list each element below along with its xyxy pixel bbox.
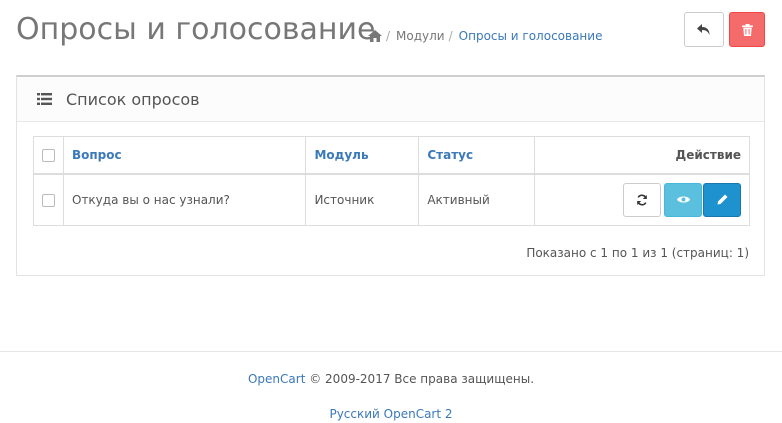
russian-opencart-link[interactable]: Русский OpenCart 2 bbox=[329, 407, 452, 421]
footer-divider bbox=[0, 351, 782, 352]
polls-panel: Список опросов Вопрос Модуль Статус Дейс… bbox=[16, 75, 765, 276]
breadcrumb-separator: / bbox=[448, 29, 453, 43]
module-cell: Источник bbox=[305, 173, 420, 226]
back-button[interactable] bbox=[684, 12, 724, 47]
sort-by-question-link[interactable]: Вопрос bbox=[72, 148, 122, 162]
sort-by-module-link[interactable]: Модуль bbox=[314, 148, 368, 162]
page-title: Опросы и голосование bbox=[16, 12, 376, 47]
trash-icon bbox=[741, 23, 753, 36]
refresh-icon bbox=[637, 194, 647, 206]
opencart-link[interactable]: OpenCart bbox=[248, 372, 305, 386]
actions-cell bbox=[534, 173, 750, 226]
status-cell: Активный bbox=[418, 173, 536, 226]
list-icon bbox=[37, 93, 52, 105]
eye-icon bbox=[676, 196, 690, 203]
breadcrumb-separator: / bbox=[386, 29, 391, 43]
column-header-action: Действие bbox=[534, 136, 750, 175]
refresh-button[interactable] bbox=[623, 182, 661, 217]
breadcrumb-home-icon[interactable] bbox=[368, 30, 382, 42]
footer-copyright-line: OpenCart © 2009-2017 Все права защищены. bbox=[0, 370, 782, 388]
question-cell: Откуда вы о нас узнали? bbox=[62, 173, 307, 226]
pagination-summary: Показано с 1 по 1 из 1 (страниц: 1) bbox=[526, 246, 749, 260]
table-row: Откуда вы о нас узнали? Источник Активны… bbox=[33, 173, 750, 226]
pencil-icon bbox=[717, 194, 727, 205]
footer-version-line: Русский OpenCart 2 bbox=[0, 405, 782, 423]
table-header-row: Вопрос Модуль Статус Действие bbox=[33, 136, 750, 175]
panel-heading: Список опросов bbox=[17, 77, 764, 122]
row-select-cell bbox=[33, 173, 64, 226]
breadcrumb-item-modules[interactable]: Модули bbox=[396, 28, 445, 44]
select-all-cell bbox=[33, 136, 64, 175]
delete-button[interactable] bbox=[729, 12, 765, 47]
select-all-checkbox[interactable] bbox=[42, 148, 55, 162]
edit-button[interactable] bbox=[703, 182, 741, 217]
row-checkbox[interactable] bbox=[42, 193, 55, 207]
column-header-module: Модуль bbox=[305, 136, 420, 175]
home-icon bbox=[368, 30, 382, 42]
polls-table: Вопрос Модуль Статус Действие Откуда вы … bbox=[33, 136, 750, 226]
view-button[interactable] bbox=[664, 182, 702, 217]
panel-title: Список опросов bbox=[66, 89, 200, 109]
column-header-status: Статус bbox=[418, 136, 536, 175]
breadcrumb-item-polls[interactable]: Опросы и голосование bbox=[459, 28, 603, 44]
sort-by-status-link[interactable]: Статус bbox=[427, 148, 473, 162]
column-header-question: Вопрос bbox=[62, 136, 307, 175]
copyright-text: © 2009-2017 Все права защищены. bbox=[309, 372, 535, 386]
footer: OpenCart © 2009-2017 Все права защищены.… bbox=[0, 370, 782, 423]
reply-icon bbox=[697, 23, 710, 35]
breadcrumb: / Модули / Опросы и голосование bbox=[368, 28, 602, 44]
